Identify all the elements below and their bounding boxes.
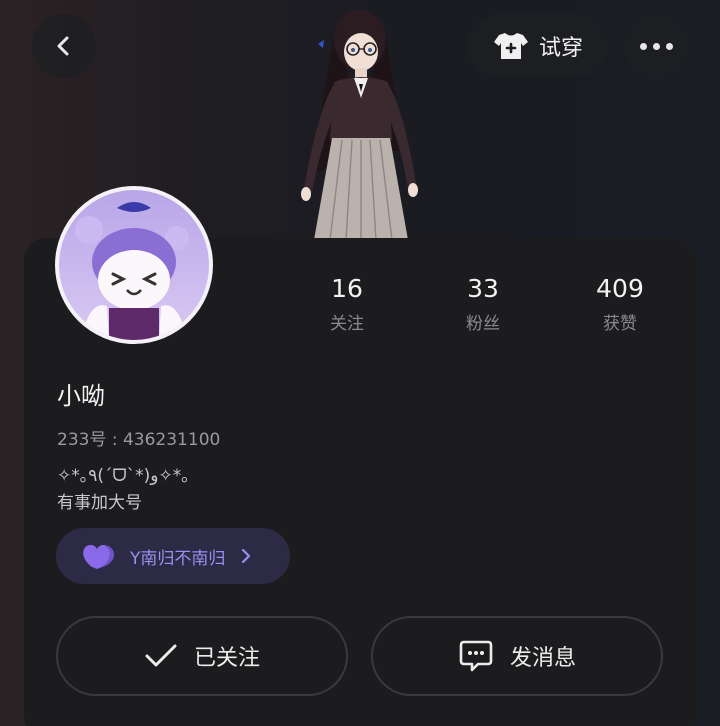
tshirt-icon	[493, 33, 528, 59]
relation-tag[interactable]: Y南归不南归	[56, 528, 290, 584]
try-on-label: 试穿	[538, 36, 583, 61]
followed-button[interactable]: 已关注	[56, 616, 348, 696]
avatar[interactable]	[55, 186, 213, 344]
check-icon	[145, 644, 177, 667]
username: 小呦	[57, 382, 105, 410]
more-button[interactable]	[624, 14, 688, 78]
try-on-button[interactable]: 试穿	[468, 14, 608, 78]
heart-icon	[83, 544, 115, 569]
back-arrow-icon	[57, 36, 69, 56]
followed-label: 已关注	[193, 646, 260, 671]
stat-likes[interactable]: 409 获赞	[580, 274, 660, 334]
bio-line-1: ✧*｡٩(ˊᗜˋ*)و✧*｡	[57, 466, 190, 486]
stat-followers[interactable]: 33 粉丝	[443, 274, 523, 334]
character-3d-model[interactable]	[280, 0, 440, 240]
relation-tag-label: Y南归不南归	[130, 548, 226, 569]
avatar-image	[59, 190, 209, 340]
followers-count: 33	[467, 274, 499, 303]
chat-bubble-icon	[459, 640, 493, 672]
following-count: 16	[331, 274, 363, 303]
likes-count: 409	[596, 274, 644, 303]
more-dots-icon	[639, 42, 673, 50]
bio-line-2: 有事加大号	[57, 493, 142, 513]
followers-label: 粉丝	[466, 314, 500, 334]
send-message-button[interactable]: 发消息	[371, 616, 663, 696]
back-button[interactable]	[32, 14, 96, 78]
user-id: 233号 : 436231100	[57, 430, 221, 450]
send-message-label: 发消息	[509, 646, 576, 671]
likes-label: 获赞	[603, 314, 637, 334]
chevron-right-icon	[242, 548, 251, 564]
following-label: 关注	[330, 314, 364, 334]
stat-following[interactable]: 16 关注	[307, 274, 387, 334]
